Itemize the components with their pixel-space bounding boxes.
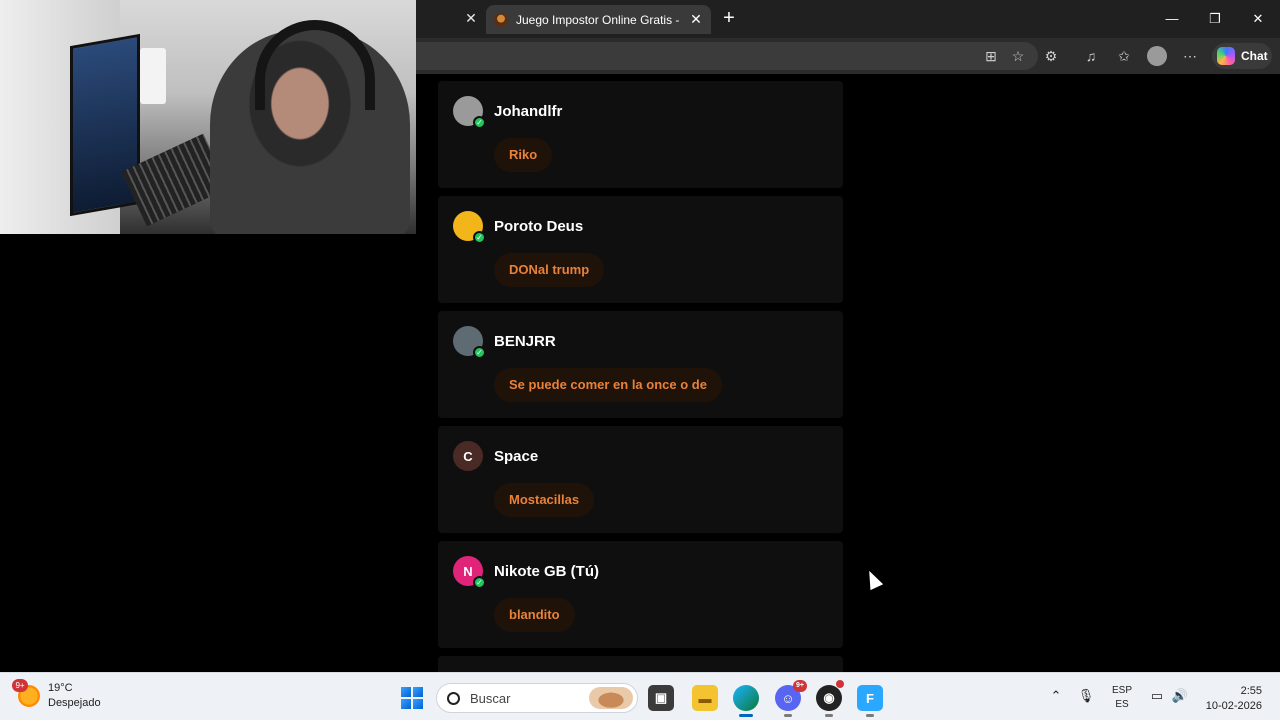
extensions-icon[interactable]: ⊞ [981, 46, 1001, 66]
language-top: ESP [1112, 685, 1133, 696]
clock[interactable]: 2:55 10-02-2026 [1198, 684, 1262, 714]
close-icon[interactable]: ✕ [689, 11, 703, 28]
weather-badge: 9+ [12, 679, 28, 692]
player-name: Space [494, 448, 539, 465]
player-word-bubble: Se puede comer en la once o de [494, 368, 722, 402]
obs-icon[interactable]: ◉ [816, 680, 844, 717]
player-word-bubble: DONal trump [494, 253, 605, 287]
minimize-icon[interactable]: — [1160, 8, 1184, 30]
player-name: BENJRR [494, 333, 556, 350]
favorites-icon[interactable]: ✩ [1114, 46, 1134, 66]
clock-time: 2:55 [1240, 685, 1262, 697]
taskbar-search[interactable]: Buscar [436, 683, 638, 713]
start-button[interactable] [401, 687, 423, 709]
avatar: C [453, 441, 483, 471]
webcam-cup [140, 48, 166, 104]
player-card-partial [438, 656, 843, 672]
media-icon[interactable]: ♫ [1081, 46, 1101, 66]
chevron-up-icon[interactable]: ⌃ [1047, 688, 1065, 704]
tab-title: Juego Impostor Online Gratis - Juego [516, 12, 681, 27]
search-label: Buscar [470, 690, 511, 706]
weather-condition: Despejado [48, 697, 101, 709]
windows-logo-icon [401, 687, 411, 697]
player-word-bubble: Mostacillas [494, 483, 595, 517]
player-name: Poroto Deus [494, 218, 584, 235]
language-indicator[interactable]: ESP ES [1112, 684, 1132, 712]
search-highlight-image [589, 687, 633, 709]
screen: ✕ Juego Impostor Online Gratis - Juego ✕… [0, 0, 1280, 720]
player-name: Johandlfr [494, 103, 563, 120]
chat-label: Chat [1241, 49, 1268, 63]
sun-icon: 9+ [12, 679, 40, 707]
webcam-overlay [0, 0, 416, 234]
edge-browser-icon[interactable] [733, 685, 759, 717]
player-card: ✓ Johandlfr Riko [438, 81, 843, 188]
notification-dot [836, 680, 844, 688]
file-explorer-icon[interactable]: ▬ [692, 685, 718, 711]
player-list: ✓ Johandlfr Riko ✓ Poroto Deus DONal tru… [438, 81, 843, 672]
verified-check-icon: ✓ [473, 116, 486, 129]
app-f-letter: F [866, 690, 874, 706]
player-word-bubble: blandito [494, 598, 575, 632]
chat-button[interactable]: Chat [1212, 43, 1272, 69]
clock-date: 10-02-2026 [1205, 700, 1262, 712]
copilot-icon [1217, 47, 1235, 65]
favorite-star-icon[interactable]: ☆ [1008, 46, 1028, 66]
player-card: C Space Mostacillas [438, 426, 843, 533]
address-bar[interactable] [416, 42, 1038, 70]
window-close-icon[interactable]: ✕ [1246, 8, 1270, 30]
player-card: ✓ BENJRR Se puede comer en la once o de [438, 311, 843, 418]
search-icon [447, 691, 460, 705]
player-card: ✓ Poroto Deus DONal trump [438, 196, 843, 303]
restore-icon[interactable]: ❐ [1203, 8, 1227, 30]
player-name: Nikote GB (Tú) [494, 563, 599, 580]
previous-tab-close-icon[interactable]: ✕ [462, 9, 480, 27]
weather-widget[interactable]: 9+ 19°C Despejado [12, 679, 101, 711]
verified-check-icon: ✓ [473, 231, 486, 244]
task-view-icon[interactable]: ▣ [648, 685, 674, 711]
player-word-bubble: Riko [494, 138, 553, 172]
volume-icon[interactable]: 🔊 [1171, 688, 1189, 704]
microphone-icon[interactable]: 🎙 [1077, 688, 1095, 704]
app-f-icon[interactable]: F [857, 685, 883, 717]
new-tab-icon[interactable]: + [718, 7, 740, 29]
more-icon[interactable]: ⋯ [1180, 46, 1200, 66]
player-card: N ✓ Nikote GB (Tú) blandito [438, 541, 843, 648]
discord-badge: 9+ [793, 680, 807, 692]
verified-check-icon: ✓ [473, 346, 486, 359]
puzzle-icon[interactable]: ⚙ [1041, 46, 1061, 66]
discord-icon[interactable]: ☺ 9+ [775, 680, 807, 717]
profile-icon[interactable] [1147, 46, 1167, 66]
site-favicon-icon [494, 12, 508, 27]
network-icon[interactable]: ▭ [1148, 688, 1166, 704]
verified-check-icon: ✓ [473, 576, 486, 589]
taskbar: 9+ 19°C Despejado Buscar ▣ ▬ ☺ 9+ ◉ F ⌃ … [0, 672, 1280, 720]
tab-active[interactable]: Juego Impostor Online Gratis - Juego ✕ [486, 5, 711, 34]
temperature: 19°C [48, 682, 73, 694]
language-bottom: ES [1115, 699, 1129, 710]
